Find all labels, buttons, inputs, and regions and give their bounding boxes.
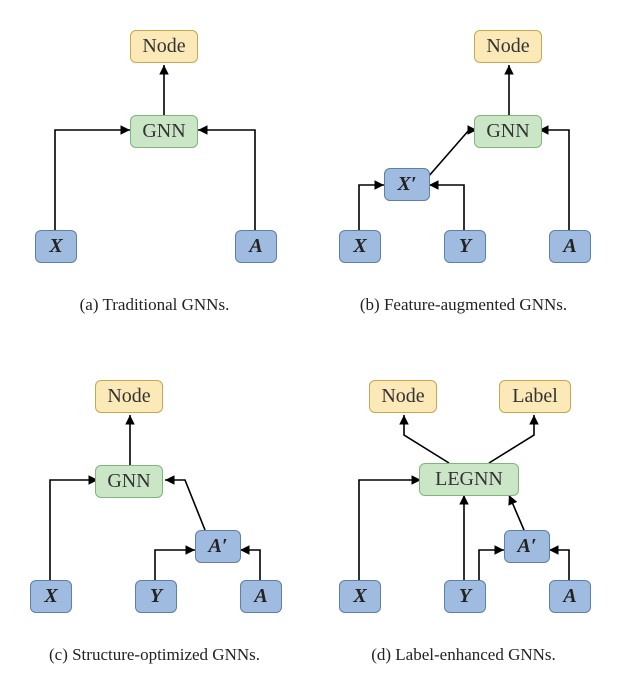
output-node-box: Node <box>369 380 437 413</box>
input-x-box: X <box>35 230 77 263</box>
panel-structure-optimized-gnns: Node GNN A′ X Y A (c) Structure-optimize… <box>0 350 309 700</box>
panel-traditional-gnns: Node GNN X A (a) Traditional GNNs. <box>0 0 309 350</box>
gnn-model-box: GNN <box>95 465 163 498</box>
input-a-box: A <box>235 230 277 263</box>
panel-label-enhanced-gnns: Node Label LEGNN A′ X Y A (d) Label-enha… <box>309 350 618 700</box>
output-label-box: Label <box>499 380 571 413</box>
output-node-box: Node <box>474 30 542 63</box>
caption-c: (c) Structure-optimized GNNs. <box>0 645 309 665</box>
intermediate-aprime-box: A′ <box>504 530 550 563</box>
gnn-model-box: GNN <box>474 115 542 148</box>
input-x-box: X <box>30 580 72 613</box>
caption-a: (a) Traditional GNNs. <box>0 295 309 315</box>
input-y-box: Y <box>444 580 486 613</box>
input-y-box: Y <box>135 580 177 613</box>
input-x-box: X <box>339 230 381 263</box>
panel-feature-augmented-gnns: Node GNN X′ X Y A (b) Feature-augmented … <box>309 0 618 350</box>
input-a-box: A <box>240 580 282 613</box>
gnn-model-box: GNN <box>130 115 198 148</box>
input-a-box: A <box>549 230 591 263</box>
intermediate-xprime-box: X′ <box>384 168 430 201</box>
output-node-box: Node <box>130 30 198 63</box>
caption-b: (b) Feature-augmented GNNs. <box>309 295 618 315</box>
input-a-box: A <box>549 580 591 613</box>
output-node-box: Node <box>95 380 163 413</box>
caption-d: (d) Label-enhanced GNNs. <box>309 645 618 665</box>
input-x-box: X <box>339 580 381 613</box>
input-y-box: Y <box>444 230 486 263</box>
diagram-grid: Node GNN X A (a) Traditional GNNs. Node … <box>0 0 618 700</box>
legnn-model-box: LEGNN <box>419 463 519 496</box>
intermediate-aprime-box: A′ <box>195 530 241 563</box>
